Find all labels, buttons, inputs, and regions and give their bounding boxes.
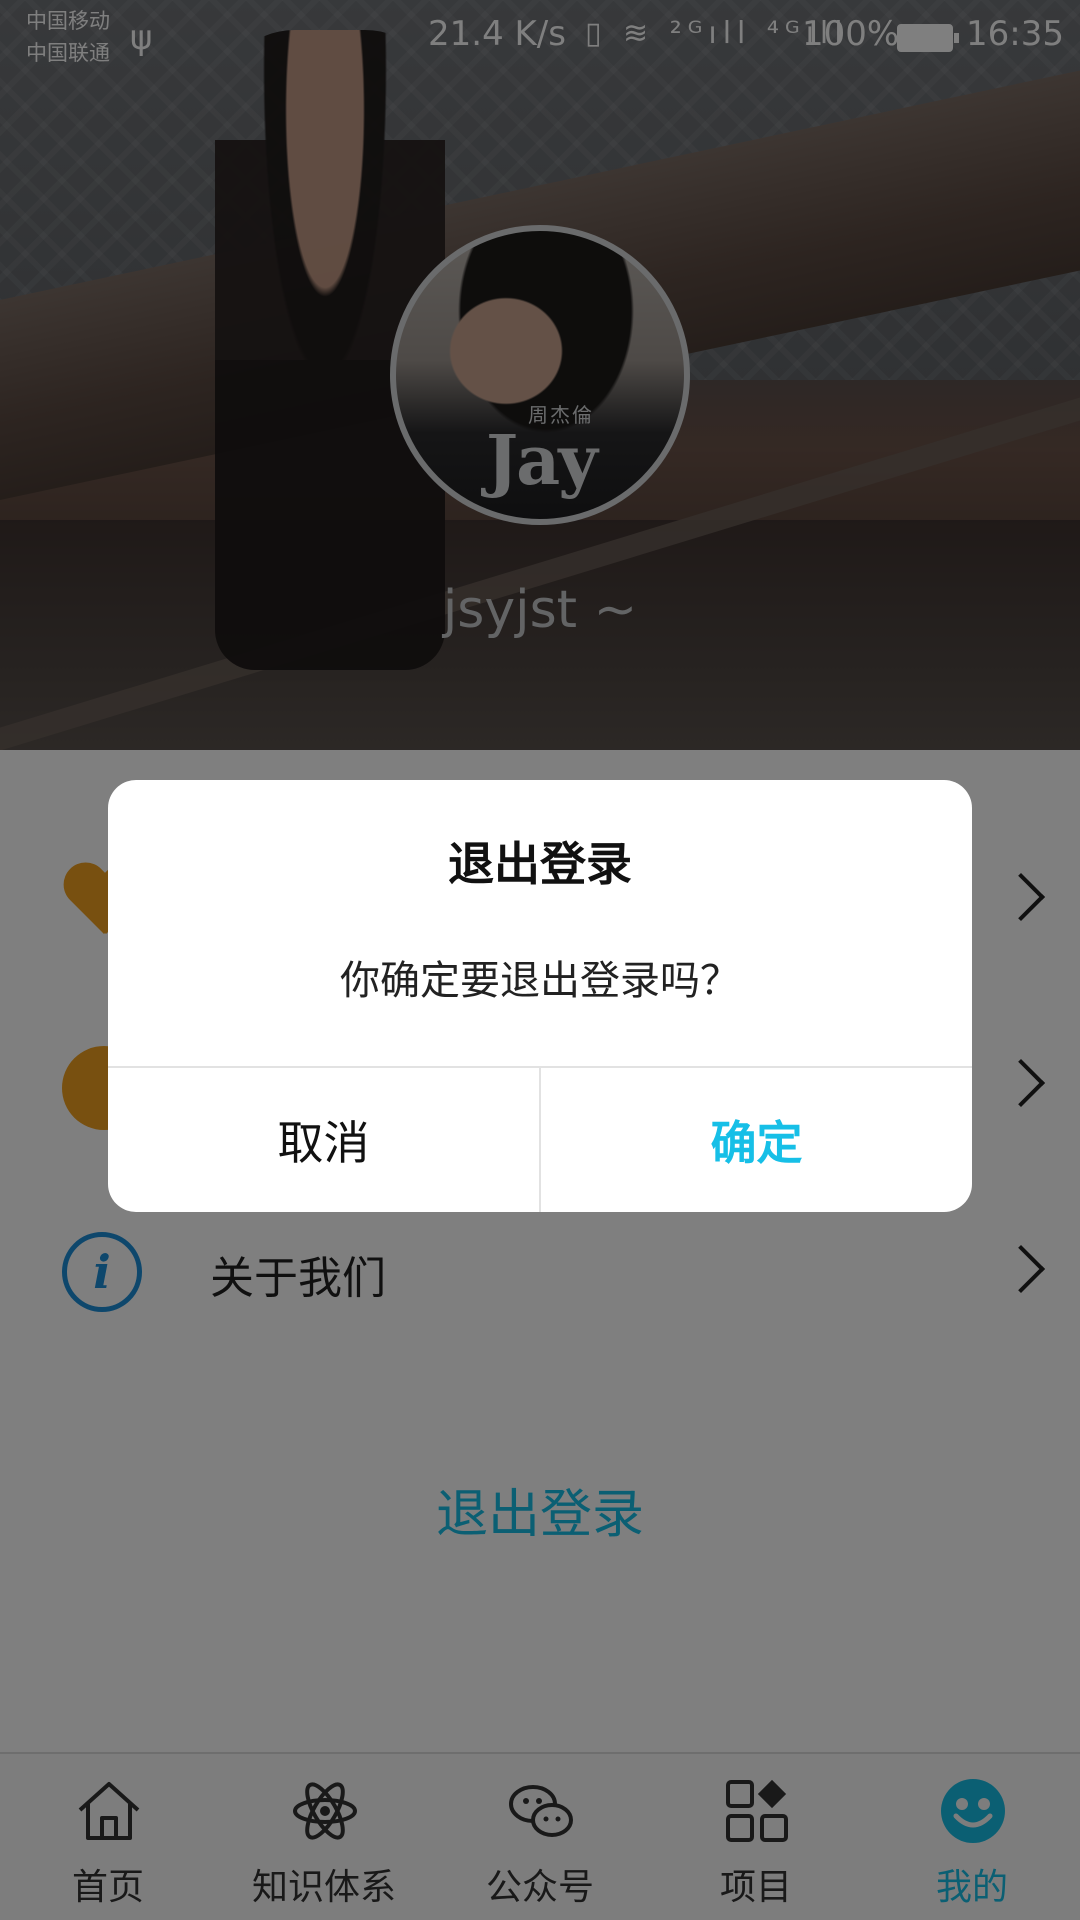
- logout-dialog: 退出登录 你确定要退出登录吗？ 取消 确定: [108, 780, 972, 1212]
- dialog-title: 退出登录: [448, 837, 632, 891]
- cancel-button[interactable]: 取消: [108, 1068, 539, 1212]
- confirm-button[interactable]: 确定: [541, 1068, 972, 1212]
- dialog-message: 你确定要退出登录吗？: [340, 958, 740, 1004]
